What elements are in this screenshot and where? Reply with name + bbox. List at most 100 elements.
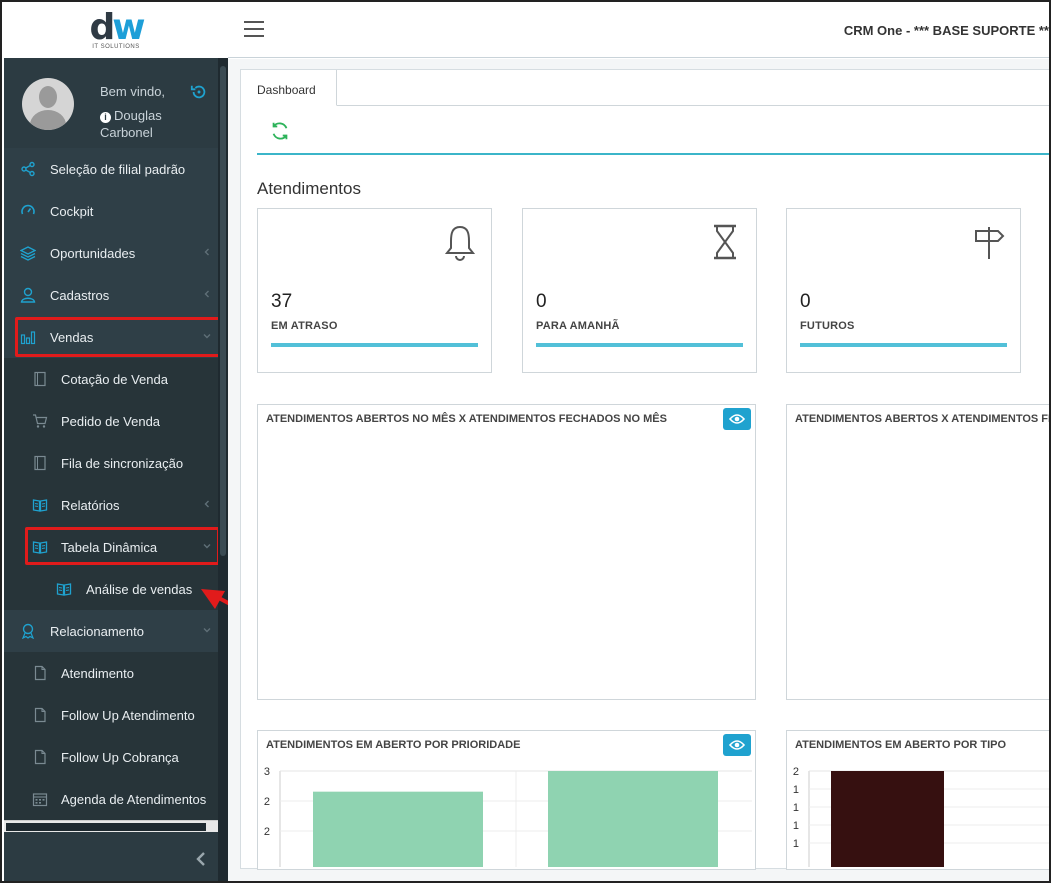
sidebar-horizontal-scrollbar[interactable] xyxy=(4,820,218,832)
stat-bar xyxy=(536,343,743,347)
sidebar-item-cotacao-de-venda[interactable]: Cotação de Venda xyxy=(4,358,218,400)
avatar xyxy=(22,78,74,130)
section-divider xyxy=(257,153,1049,155)
y-tick-label: 2 xyxy=(264,796,270,808)
user-name[interactable]: i Douglas Carbonel xyxy=(100,107,200,141)
book-icon xyxy=(56,581,72,597)
sidebar-item-label: Relatórios xyxy=(61,497,120,513)
sidebar-item-fila-de-sincronizacao[interactable]: Fila de sincronização xyxy=(4,442,218,484)
stat-card-para-amanha[interactable]: 0 PARA AMANHÃ xyxy=(522,208,757,373)
sidebar-item-relacionamento[interactable]: Relacionamento xyxy=(4,610,218,652)
sidebar-item-label: Cockpit xyxy=(50,203,94,219)
user-panel: Bem vindo, i Douglas Carbonel xyxy=(4,58,228,148)
sidebar-item-label: Follow Up Cobrança xyxy=(61,749,179,765)
y-tick-label: 3 xyxy=(264,767,270,778)
view-button[interactable] xyxy=(723,408,751,430)
document-icon xyxy=(32,455,48,471)
main-content: Dashboard Atendimentos 37 EM ATRASO 0 PA… xyxy=(228,59,1049,881)
chevron-left-icon xyxy=(204,290,209,298)
chevron-down-icon xyxy=(203,544,211,549)
layers-icon xyxy=(20,245,36,261)
stat-card-futuros[interactable]: 0 FUTUROS xyxy=(786,208,1021,373)
sidebar-item-pedido-de-venda[interactable]: Pedido de Venda xyxy=(4,400,218,442)
view-button[interactable] xyxy=(723,734,751,756)
award-icon xyxy=(20,623,36,639)
chevron-left-icon xyxy=(204,500,209,508)
stat-value: 0 xyxy=(536,291,547,312)
chart-title: ATENDIMENTOS EM ABERTO POR PRIORIDADE xyxy=(266,739,521,751)
bar[interactable] xyxy=(831,771,944,867)
chevron-down-icon xyxy=(203,628,211,633)
horizontal-scrollbar-thumb[interactable] xyxy=(6,823,206,831)
calendar-icon xyxy=(32,791,48,807)
bar[interactable] xyxy=(313,791,483,867)
sidebar-menu: Seleção de filial padrão Cockpit Oportunid… xyxy=(4,148,218,820)
file-icon xyxy=(32,665,48,681)
type-bar-chart: 2 1 1 1 1 xyxy=(793,767,1049,867)
sidebar-item-cockpit[interactable]: Cockpit xyxy=(4,190,218,232)
stat-bar xyxy=(800,343,1007,347)
bar[interactable] xyxy=(548,771,718,867)
app-title: CRM One - *** BASE SUPORTE ** xyxy=(843,23,1049,38)
eye-icon xyxy=(729,414,745,424)
book-icon xyxy=(32,497,48,513)
y-tick-label: 1 xyxy=(793,784,799,796)
chart-card-abertos-fechados-mes: ATENDIMENTOS ABERTOS NO MÊS X ATENDIMENT… xyxy=(257,404,756,700)
cart-icon xyxy=(32,413,48,429)
sidebar-item-oportunidades[interactable]: Oportunidades xyxy=(4,232,218,274)
stat-label: FUTUROS xyxy=(800,320,855,332)
sidebar-item-selecao-de-filial-padrao[interactable]: Seleção de filial padrão xyxy=(4,148,218,190)
sidebar-item-agenda-de-atendimentos[interactable]: Agenda de Atendimentos xyxy=(4,778,218,820)
stat-card-em-atraso[interactable]: 37 EM ATRASO xyxy=(257,208,492,373)
dashboard-gauge-icon xyxy=(20,203,36,219)
sidebar-item-follow-up-atendimento[interactable]: Follow Up Atendimento xyxy=(4,694,218,736)
logo-area[interactable]: dw IT SOLUTIONS xyxy=(4,4,228,58)
chart-card-abertos-fechados: ATENDIMENTOS ABERTOS X ATENDIMENTOS FECH… xyxy=(786,404,1049,700)
sidebar-item-label: Pedido de Venda xyxy=(61,413,161,429)
file-icon xyxy=(32,707,48,723)
y-tick-label: 1 xyxy=(793,802,799,814)
sidebar-item-follow-up-cobranca[interactable]: Follow Up Cobrança xyxy=(4,736,218,778)
stat-value: 37 xyxy=(271,291,293,312)
sidebar-item-label: Relacionamento xyxy=(50,623,144,639)
welcome-text: Bem vindo, xyxy=(100,84,166,99)
chart-card-por-prioridade: ATENDIMENTOS EM ABERTO POR PRIORIDADE 3 2… xyxy=(257,730,756,870)
stat-label: EM ATRASO xyxy=(271,320,338,332)
info-icon: i xyxy=(100,112,111,123)
sidebar-item-label: Fila de sincronização xyxy=(61,455,184,471)
file-icon xyxy=(32,749,48,765)
sidebar-item-cadastros[interactable]: Cadastros xyxy=(4,274,218,316)
history-icon[interactable] xyxy=(190,83,208,101)
bar-chart-icon xyxy=(20,329,36,345)
share-icon xyxy=(20,161,36,177)
stat-value: 0 xyxy=(800,291,811,312)
sidebar-item-label: Seleção de filial padrão xyxy=(50,161,186,177)
priority-bar-chart: 3 2 2 xyxy=(264,767,752,867)
stat-label: PARA AMANHÃ xyxy=(536,320,620,332)
sidebar-item-label: Tabela Dinâmica xyxy=(61,539,158,555)
sidebar-scrollbar-thumb[interactable] xyxy=(220,66,226,556)
collapse-sidebar-icon[interactable] xyxy=(194,851,208,867)
chart-title: ATENDIMENTOS EM ABERTO POR TIPO xyxy=(795,739,1007,751)
refresh-icon[interactable] xyxy=(269,120,291,142)
sidebar-item-atendimento[interactable]: Atendimento xyxy=(4,652,218,694)
sidebar-item-label: Cotação de Venda xyxy=(61,371,168,387)
sidebar-item-label: Follow Up Atendimento xyxy=(61,707,195,723)
hamburger-menu-icon[interactable] xyxy=(244,21,264,39)
y-tick-label: 2 xyxy=(264,826,270,838)
sidebar: Bem vindo, i Douglas Carbonel Seleção de … xyxy=(4,58,228,881)
sidebar-item-analise-de-vendas[interactable]: Análise de vendas xyxy=(4,568,218,610)
sidebar-item-label: Análise de vendas xyxy=(86,581,193,597)
document-icon xyxy=(32,371,48,387)
sidebar-item-tabela-dinamica[interactable]: Tabela Dinâmica xyxy=(4,526,218,568)
company-logo: dw IT SOLUTIONS xyxy=(89,6,145,50)
tab-underline xyxy=(337,105,1049,106)
sidebar-item-label: Vendas xyxy=(50,329,94,345)
stat-bar xyxy=(271,343,478,347)
sidebar-item-label: Cadastros xyxy=(50,287,110,303)
tab-dashboard[interactable]: Dashboard xyxy=(241,70,337,106)
sidebar-item-vendas[interactable]: Vendas xyxy=(4,316,218,358)
sidebar-item-relatorios[interactable]: Relatórios xyxy=(4,484,218,526)
bell-icon xyxy=(444,225,476,261)
dashboard-panel: Dashboard Atendimentos 37 EM ATRASO 0 PA… xyxy=(240,69,1049,870)
